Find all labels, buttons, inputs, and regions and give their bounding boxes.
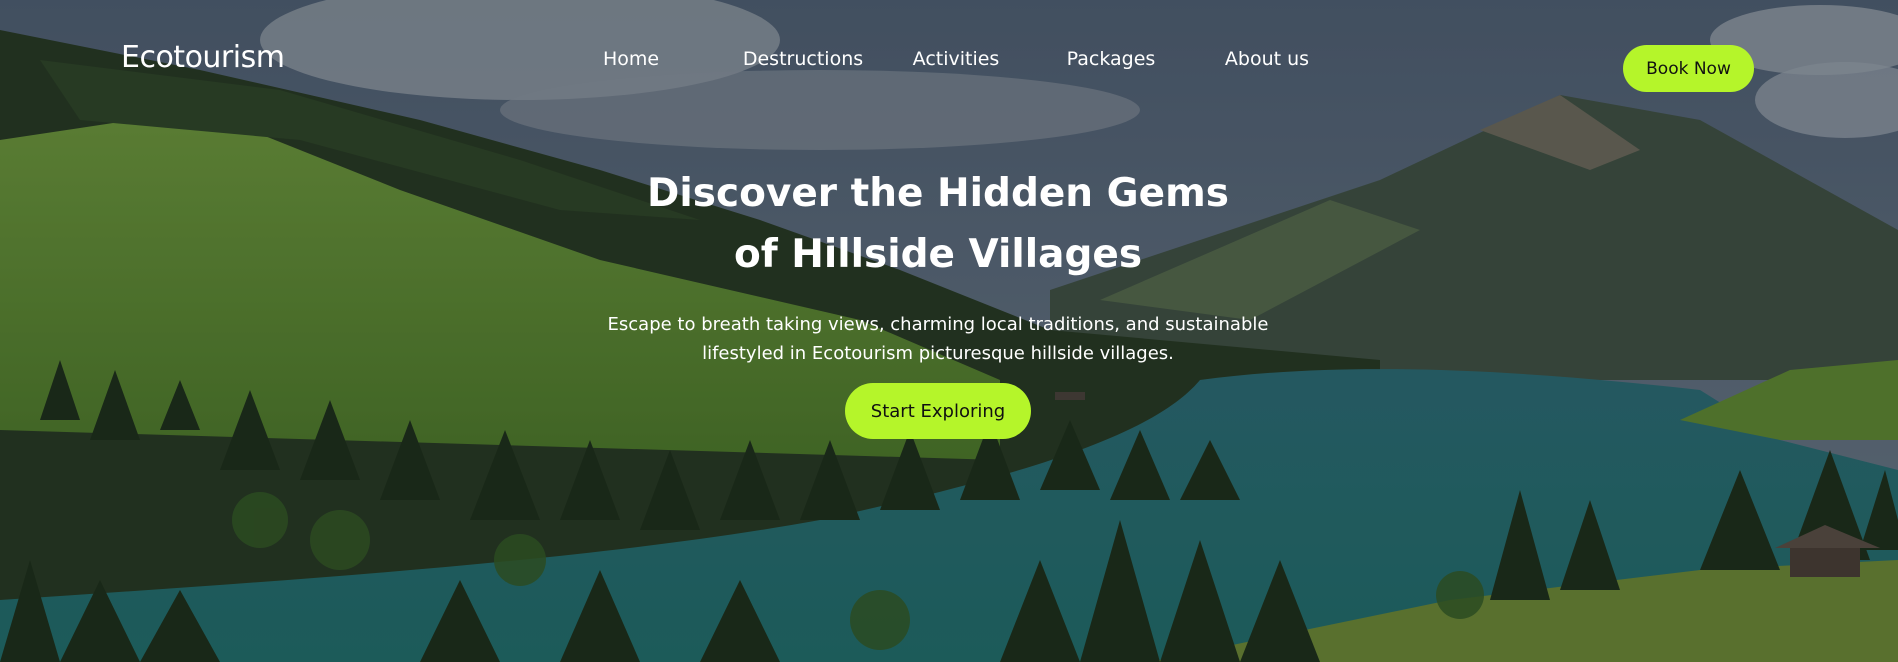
book-now-button[interactable]: Book Now [1623, 45, 1754, 92]
nav-item-home[interactable]: Home [603, 48, 659, 70]
nav-item-activities[interactable]: Activities [913, 48, 1000, 70]
nav-item-about-us[interactable]: About us [1225, 48, 1309, 70]
hero-headline-line-1: Discover the Hidden Gems [647, 171, 1229, 216]
start-exploring-button[interactable]: Start Exploring [845, 383, 1031, 439]
main-nav: Home Destructions Activities Packages Ab… [0, 48, 1898, 78]
hero-subtitle-line-1: Escape to breath taking views, charming … [607, 314, 1269, 335]
nav-item-packages[interactable]: Packages [1067, 48, 1156, 70]
hero-subtitle: Escape to breath taking views, charming … [0, 310, 1876, 368]
nav-item-destructions[interactable]: Destructions [743, 48, 863, 70]
hero-headline-line-2: of Hillside Villages [733, 232, 1143, 277]
hero-subtitle-line-2: lifestyled in Ecotourism picturesque hil… [702, 343, 1174, 364]
hero-headline: Discover the Hidden Gems of Hillside Vil… [0, 163, 1876, 285]
